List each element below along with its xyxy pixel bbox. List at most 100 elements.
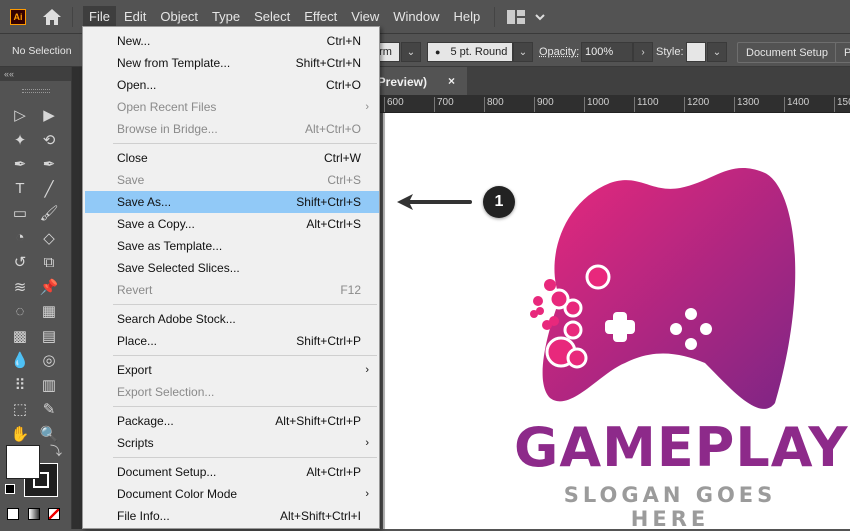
opacity-label[interactable]: Opacity: — [539, 46, 579, 58]
puppet-warp-tool-icon[interactable]: 📌 — [38, 276, 60, 298]
lasso-tool-icon[interactable]: ⟲ — [38, 129, 60, 151]
menu-effect[interactable]: Effect — [298, 6, 343, 27]
profile-dropdown[interactable]: ⌄ — [401, 42, 421, 62]
shaper-tool-icon[interactable]: ◔ — [9, 227, 31, 249]
menu-file[interactable]: File — [83, 6, 116, 27]
direct-selection-tool-icon[interactable]: ▶ — [38, 104, 60, 126]
workspace-switcher[interactable] — [507, 9, 547, 24]
menu-item-scripts[interactable]: Scripts › — [85, 432, 379, 454]
ruler-tick-label: 1300 — [734, 97, 759, 112]
chevron-right-icon: › — [641, 46, 645, 58]
selection-tool-icon[interactable]: ▷ — [9, 104, 31, 126]
hand-tool-icon[interactable]: ✋ — [9, 423, 31, 445]
panel-grip[interactable] — [21, 89, 50, 93]
menu-item-document-color-mode[interactable]: Document Color Mode › — [85, 483, 379, 505]
menu-item-open[interactable]: Open... Ctrl+O — [85, 74, 379, 96]
menu-item-save-selected-slices[interactable]: Save Selected Slices... — [85, 257, 379, 279]
slice-tool-icon[interactable]: ✎ — [38, 398, 60, 420]
chevron-down-icon: ⌄ — [712, 46, 722, 58]
menu-item-file-info[interactable]: File Info... Alt+Shift+Ctrl+I — [85, 505, 379, 527]
menu-item-package[interactable]: Package... Alt+Shift+Ctrl+P — [85, 410, 379, 432]
blend-tool-icon[interactable]: ◎ — [38, 349, 60, 371]
menu-item-place[interactable]: Place... Shift+Ctrl+P — [85, 330, 379, 352]
menu-item-label: Scripts — [117, 436, 154, 450]
pen-tool-icon[interactable]: ✒ — [9, 153, 31, 175]
menu-item-new[interactable]: New... Ctrl+N — [85, 30, 379, 52]
menu-separator — [113, 355, 377, 356]
mesh-tool-icon[interactable]: ▩ — [9, 325, 31, 347]
close-icon[interactable]: × — [448, 74, 455, 88]
menu-item-close[interactable]: Close Ctrl+W — [85, 147, 379, 169]
menu-separator — [113, 406, 377, 407]
opacity-arrow[interactable]: › — [633, 42, 653, 62]
scale-tool-icon[interactable]: ⧉ — [38, 251, 60, 273]
line-segment-tool-icon[interactable]: ╱ — [38, 178, 60, 200]
menu-item-label: Export — [117, 363, 152, 377]
eraser-tool-icon[interactable]: ◇ — [38, 227, 60, 249]
collapse-panel-button[interactable]: «« — [0, 67, 71, 81]
menu-edit[interactable]: Edit — [118, 6, 152, 27]
ruler-tick-label: 1500 — [834, 97, 850, 112]
menu-separator — [113, 143, 377, 144]
shape-builder-tool-icon[interactable]: ◌ — [9, 300, 31, 322]
artboard-tool-icon[interactable]: ⬚ — [9, 398, 31, 420]
fill-swatch[interactable] — [6, 445, 40, 479]
menu-type[interactable]: Type — [206, 6, 246, 27]
opacity-field[interactable]: 100% — [581, 42, 633, 62]
menu-view[interactable]: View — [345, 6, 385, 27]
home-icon[interactable] — [42, 8, 62, 26]
menu-select[interactable]: Select — [248, 6, 296, 27]
rotate-tool-icon[interactable]: ↺ — [9, 251, 31, 273]
rectangle-tool-icon[interactable]: ▭ — [9, 202, 31, 224]
preferences-button[interactable]: P — [835, 42, 850, 63]
brush-dot-icon: ● — [435, 47, 441, 57]
app-logo: Ai — [10, 8, 26, 25]
curvature-tool-icon[interactable]: ✒ — [38, 153, 60, 175]
magic-wand-tool-icon[interactable]: ✦ — [9, 129, 31, 151]
color-mode-button[interactable] — [7, 508, 19, 520]
perspective-grid-tool-icon[interactable]: ▦ — [38, 300, 60, 322]
menu-item-shortcut: Ctrl+N — [326, 34, 361, 48]
swap-fill-stroke-icon[interactable]: ⤵ — [50, 442, 62, 459]
divider — [72, 6, 73, 27]
style-dropdown[interactable]: ⌄ — [707, 42, 727, 62]
menu-item-label: Save As... — [117, 195, 172, 209]
document-setup-button[interactable]: Document Setup — [737, 42, 837, 63]
paintbrush-tool-icon[interactable]: 🖌 — [38, 202, 60, 224]
menu-help[interactable]: Help — [447, 6, 486, 27]
brush-definition[interactable]: ● 5 pt. Round — [427, 42, 513, 62]
style-swatch[interactable] — [686, 42, 706, 62]
gradient-tool-icon[interactable]: ▤ — [38, 325, 60, 347]
menu-item-search-adobe-stock[interactable]: Search Adobe Stock... — [85, 308, 379, 330]
default-fill-stroke-icon[interactable] — [5, 484, 15, 494]
menu-item-label: Save Selected Slices... — [117, 261, 240, 275]
menu-item-label: New from Template... — [117, 56, 231, 70]
none-mode-button[interactable] — [48, 508, 60, 520]
menu-window[interactable]: Window — [387, 6, 445, 27]
menu-item-new-from-template[interactable]: New from Template... Shift+Ctrl+N — [85, 52, 379, 74]
ruler-tick-label: 600 — [384, 97, 404, 112]
menu-item-save-as-template[interactable]: Save as Template... — [85, 235, 379, 257]
menu-item-label: Place... — [117, 334, 158, 348]
type-tool-icon[interactable]: T — [9, 178, 31, 200]
menu-item-shortcut: Ctrl+O — [325, 78, 361, 92]
chevron-right-icon: › — [365, 488, 369, 500]
menu-item-label: Open... — [117, 78, 157, 92]
menu-object[interactable]: Object — [154, 6, 204, 27]
gradient-mode-button[interactable] — [28, 508, 40, 520]
style-label: Style: — [656, 46, 684, 58]
menu-item-export[interactable]: Export › — [85, 359, 379, 381]
column-graph-tool-icon[interactable]: ▥ — [38, 374, 60, 396]
menu-item-document-setup[interactable]: Document Setup... Alt+Ctrl+P — [85, 461, 379, 483]
menu-item-shortcut: Alt+Ctrl+O — [304, 122, 361, 136]
menu-item-save-a-copy[interactable]: Save a Copy... Alt+Ctrl+S — [85, 213, 379, 235]
menu-item-label: File Info... — [117, 509, 170, 523]
menu-item-shortcut: Shift+Ctrl+N — [295, 56, 361, 70]
menu-item-save-as[interactable]: Save As... Shift+Ctrl+S — [85, 191, 379, 213]
menu-item-shortcut: F12 — [340, 283, 361, 297]
symbol-sprayer-tool-icon[interactable]: ⠿ — [9, 374, 31, 396]
menu-item-shortcut: Shift+Ctrl+S — [296, 195, 361, 209]
brush-dropdown[interactable]: ⌄ — [513, 42, 533, 62]
eyedropper-tool-icon[interactable]: 💧 — [9, 349, 31, 371]
width-tool-icon[interactable]: ≋ — [9, 276, 31, 298]
